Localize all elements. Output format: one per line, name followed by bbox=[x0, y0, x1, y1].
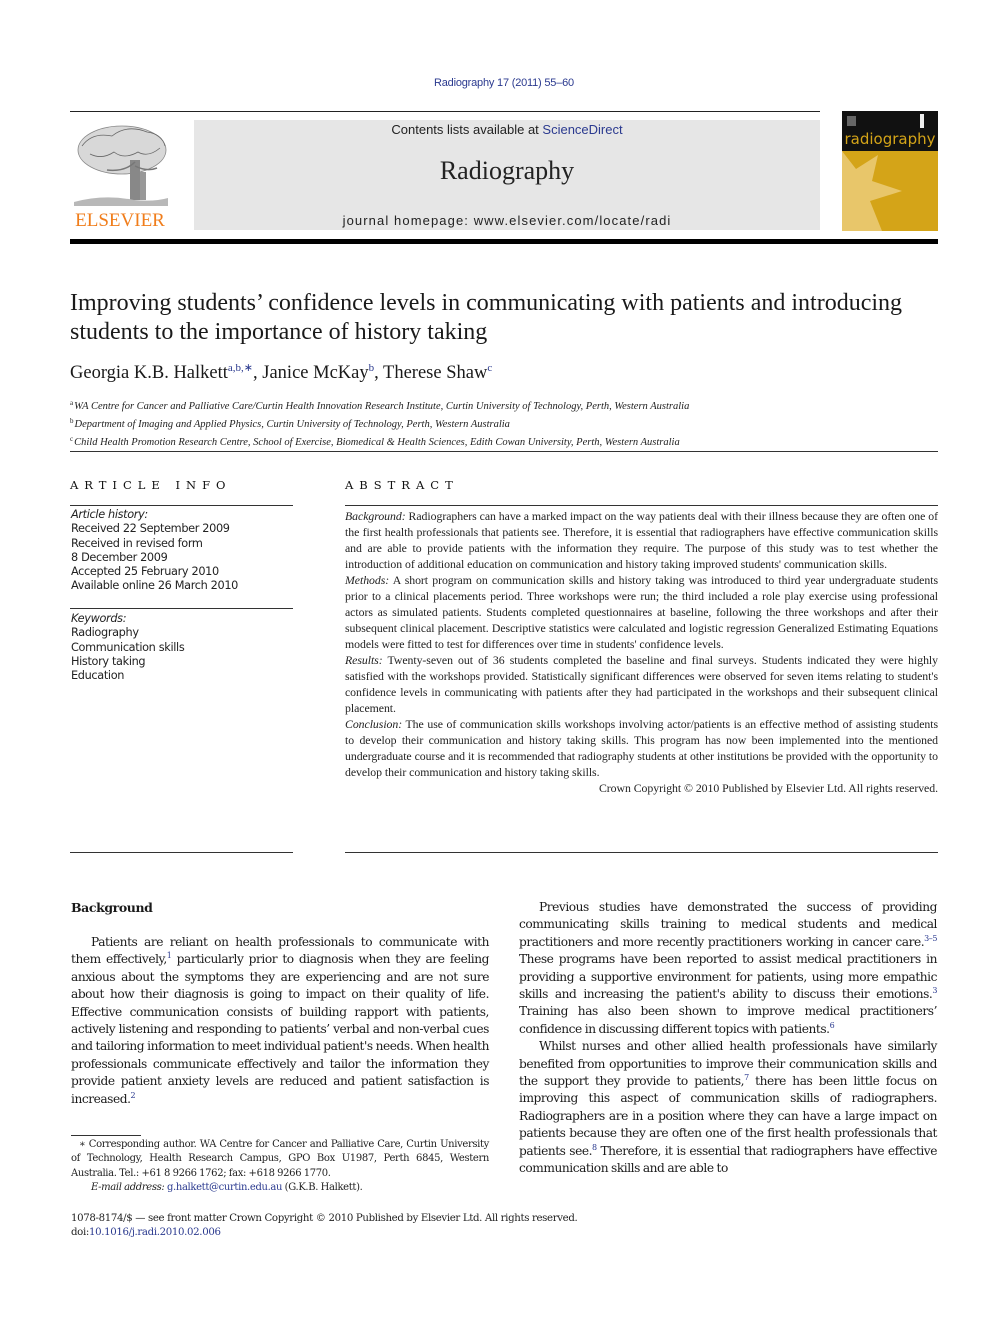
article-info-heading: ARTICLE INFO bbox=[70, 478, 232, 492]
issn-line: 1078-8174/$ — see front matter Crown Cop… bbox=[71, 1213, 578, 1224]
contents-prefix: Contents lists available at bbox=[391, 122, 543, 137]
keyword-item: Communication skills bbox=[71, 640, 185, 654]
doi-prefix: doi: bbox=[71, 1227, 89, 1239]
masthead-top-rule bbox=[70, 111, 820, 112]
abstract-section-text: A short program on communication skills … bbox=[345, 573, 938, 651]
author-affiliation-mark[interactable]: c bbox=[487, 362, 492, 374]
article-history-label: Article history: bbox=[71, 508, 148, 521]
corresponding-author-text: ∗ Corresponding author. WA Centre for Ca… bbox=[71, 1139, 489, 1179]
affiliation-text: WA Centre for Cancer and Palliative Care… bbox=[74, 401, 690, 412]
doi-link[interactable]: 10.1016/j.radi.2010.02.006 bbox=[89, 1227, 221, 1238]
abstract-copyright: Crown Copyright © 2010 Published by Else… bbox=[598, 781, 938, 795]
elsevier-wordmark: ELSEVIER bbox=[75, 210, 165, 231]
article-title: Improving students’ confidence levels in… bbox=[70, 290, 903, 345]
author-affiliation-mark[interactable]: a,b,∗ bbox=[228, 362, 253, 374]
reference-link[interactable]: 3 bbox=[932, 986, 937, 995]
abstract-section-text: The use of communication skills workshop… bbox=[345, 717, 938, 779]
abstract-heading: ABSTRACT bbox=[345, 478, 459, 492]
affiliation-mark: c bbox=[70, 435, 74, 443]
section-heading-background: Background bbox=[71, 900, 153, 915]
cover-title: radiography bbox=[844, 130, 935, 148]
affiliation-text: Child Health Promotion Research Centre, … bbox=[74, 437, 680, 448]
abstract-divider bbox=[345, 505, 938, 506]
contents-line: Contents lists available at ScienceDirec… bbox=[194, 122, 820, 137]
keyword-item: History taking bbox=[71, 654, 146, 668]
journal-homepage-link[interactable]: journal homepage: www.elsevier.com/locat… bbox=[194, 213, 820, 228]
elsevier-tree-icon bbox=[74, 125, 168, 206]
article-info-end-divider bbox=[70, 852, 293, 853]
doi-line: doi:10.1016/j.radi.2010.02.006 bbox=[71, 1226, 771, 1240]
journal-title: Radiography bbox=[439, 156, 575, 185]
body-paragraph: Patients are reliant on health professio… bbox=[71, 934, 489, 1108]
abstract-section-text: Radiographers can have a marked impact o… bbox=[345, 509, 938, 571]
sciencedirect-link[interactable]: ScienceDirect bbox=[542, 122, 622, 137]
abstract-section-label: Results: bbox=[345, 653, 383, 667]
keywords: Keywords: Radiography Communication skil… bbox=[71, 612, 294, 683]
abstract-section-text: Twenty-seven out of 36 students complete… bbox=[345, 653, 938, 715]
journal-cover-image[interactable]: radiography bbox=[842, 111, 938, 231]
history-item: Received in revised form bbox=[71, 536, 203, 550]
affiliation-item: bDepartment of Imaging and Applied Physi… bbox=[70, 414, 940, 432]
author-name[interactable]: Janice McKay bbox=[262, 363, 368, 383]
body-paragraph: Previous studies have demonstrated the s… bbox=[519, 899, 937, 1038]
reference-link[interactable]: 3–5 bbox=[924, 934, 937, 943]
keywords-divider bbox=[70, 608, 293, 609]
imprint: 1078-8174/$ — see front matter Crown Cop… bbox=[71, 1212, 771, 1240]
history-item: Received 22 September 2009 bbox=[71, 522, 230, 536]
abstract-section-label: Conclusion: bbox=[345, 717, 403, 731]
article-history: Article history: Received 22 September 2… bbox=[71, 508, 294, 594]
reference-link[interactable]: 2 bbox=[131, 1091, 136, 1100]
abstract-section-label: Methods: bbox=[345, 573, 390, 587]
abstract-section-label: Background: bbox=[345, 509, 406, 523]
paragraph-text: particularly prior to diagnosis when the… bbox=[71, 952, 489, 1106]
history-item: Accepted 25 February 2010 bbox=[71, 565, 219, 579]
email-link[interactable]: g.halkett@curtin.edu.au bbox=[167, 1182, 283, 1193]
body-left-column: Patients are reliant on health professio… bbox=[71, 934, 489, 1108]
journal-cover-art-icon: radiography bbox=[842, 111, 938, 231]
email-line: E-mail address: g.halkett@curtin.edu.au … bbox=[71, 1181, 489, 1195]
author-list: Georgia K.B. Halketta,b,∗, Janice McKayb… bbox=[70, 361, 940, 384]
author-separator: , bbox=[253, 363, 263, 383]
affiliation-item: cChild Health Promotion Research Centre,… bbox=[70, 432, 940, 450]
abstract-results: Results: Twenty-seven out of 36 students… bbox=[345, 652, 938, 716]
history-item: 8 December 2009 bbox=[71, 550, 168, 564]
affiliation-text: Department of Imaging and Applied Physic… bbox=[74, 419, 510, 430]
title-divider bbox=[70, 451, 938, 452]
abstract-methods: Methods: A short program on communicatio… bbox=[345, 572, 938, 652]
reference-link[interactable]: 6 bbox=[830, 1021, 835, 1030]
journal-citation-link[interactable]: Radiography 17 (2011) 55–60 bbox=[0, 77, 992, 89]
keywords-label: Keywords: bbox=[71, 612, 127, 625]
email-suffix: (G.K.B. Halkett). bbox=[282, 1182, 363, 1194]
paragraph-text: Training has also been shown to improve … bbox=[519, 1004, 937, 1036]
corresponding-author-footnote: ∗ Corresponding author. WA Centre for Ca… bbox=[71, 1138, 489, 1196]
abstract-end-divider bbox=[345, 852, 938, 853]
history-item: Available online 26 March 2010 bbox=[71, 579, 239, 593]
body-paragraph: Whilst nurses and other allied health pr… bbox=[519, 1038, 937, 1177]
footnote-divider bbox=[71, 1135, 141, 1136]
abstract-body: Background: Radiographers can have a mar… bbox=[345, 508, 938, 796]
affiliation-mark: a bbox=[70, 399, 74, 407]
author-name[interactable]: Georgia K.B. Halkett bbox=[70, 363, 228, 383]
body-right-column: Previous studies have demonstrated the s… bbox=[519, 899, 937, 1178]
elsevier-logo[interactable]: ELSEVIER bbox=[70, 120, 170, 232]
author-separator: , bbox=[374, 363, 384, 383]
abstract-conclusion: Conclusion: The use of communication ski… bbox=[345, 716, 938, 780]
keyword-item: Education bbox=[71, 669, 125, 683]
affiliation-mark: b bbox=[70, 417, 74, 425]
paragraph-text: Previous studies have demonstrated the s… bbox=[519, 900, 937, 949]
article-info-divider bbox=[70, 505, 293, 506]
paragraph-text: These programs have been reported to ass… bbox=[519, 952, 937, 1002]
abstract-background: Background: Radiographers can have a mar… bbox=[345, 508, 938, 572]
affiliations: aWA Centre for Cancer and Palliative Car… bbox=[70, 396, 940, 450]
affiliation-item: aWA Centre for Cancer and Palliative Car… bbox=[70, 396, 940, 414]
journal-masthead: Contents lists available at ScienceDirec… bbox=[194, 120, 820, 230]
keyword-item: Radiography bbox=[71, 626, 139, 640]
email-label: E-mail address: bbox=[91, 1182, 165, 1194]
masthead-bottom-rule bbox=[70, 239, 938, 244]
author-name[interactable]: Therese Shaw bbox=[383, 363, 487, 383]
